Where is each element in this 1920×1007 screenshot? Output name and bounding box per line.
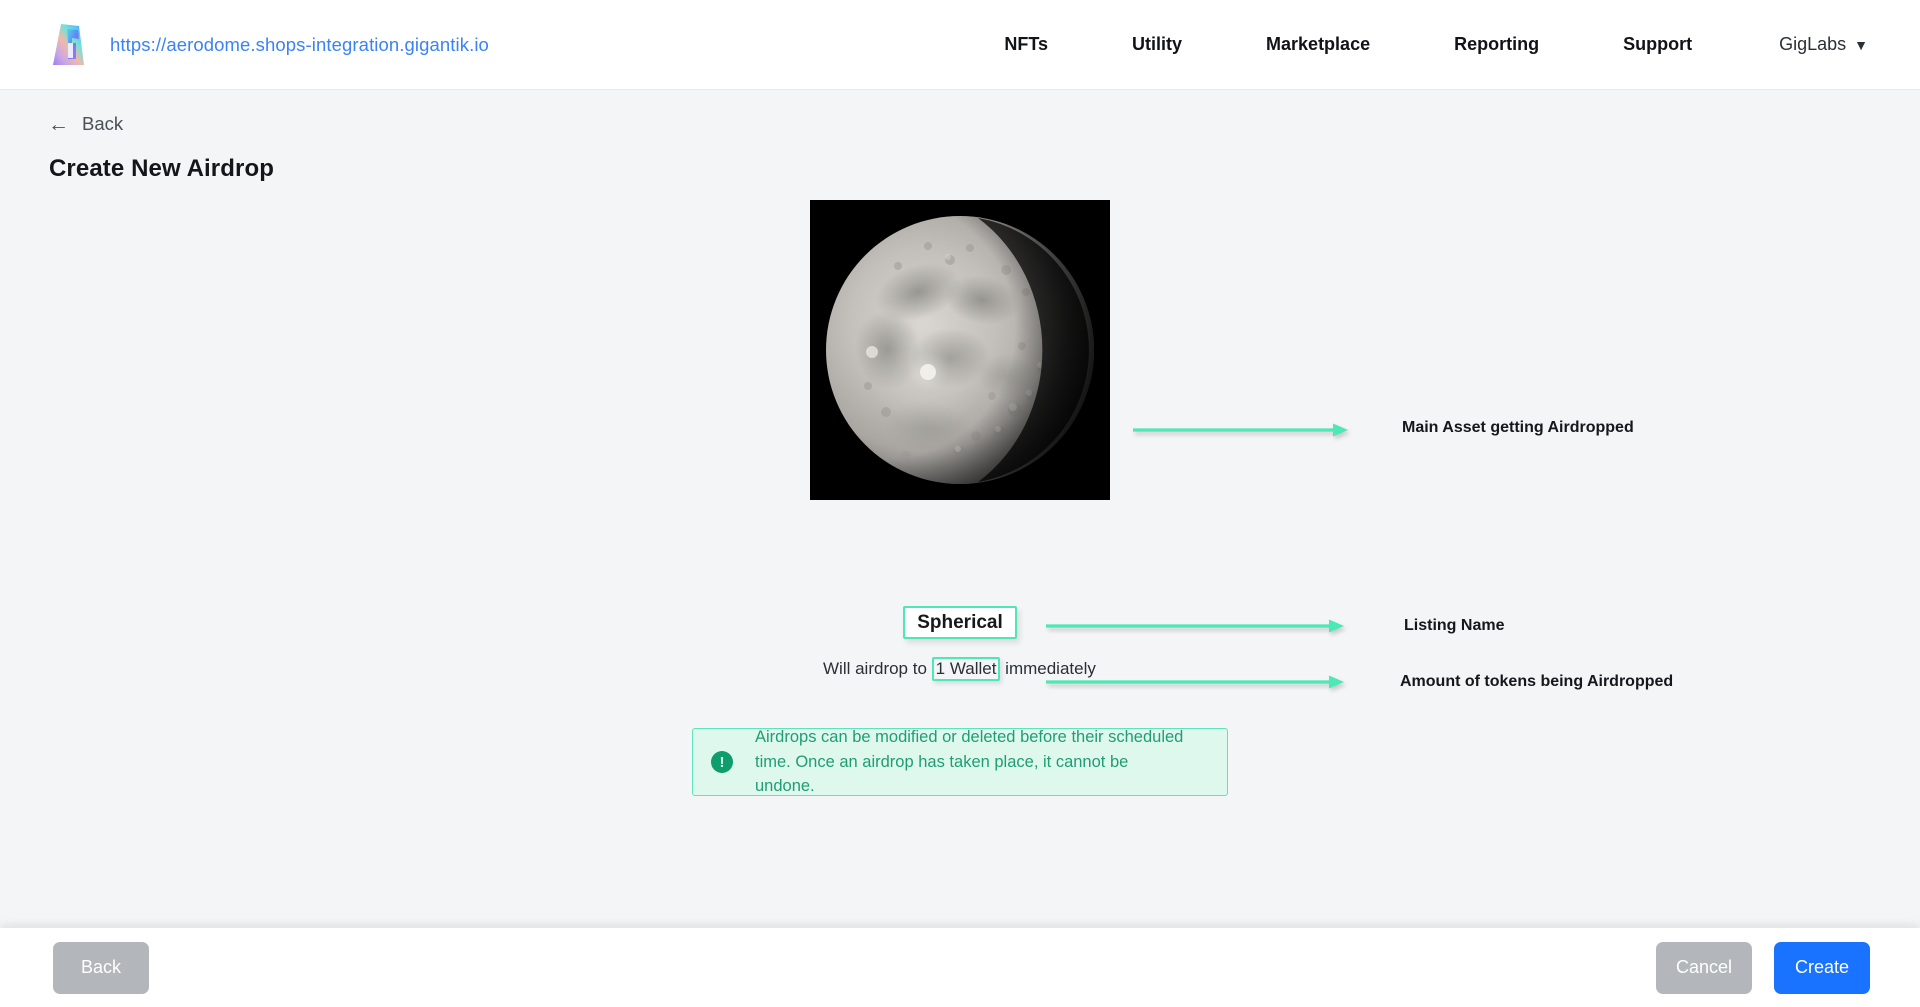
info-banner-text: Airdrops can be modified or deleted befo… (755, 728, 1184, 796)
footer-back-button[interactable]: Back (53, 941, 149, 994)
gigantik-logo-icon (48, 21, 88, 69)
airdrop-amount-value[interactable]: 1 Wallet (931, 657, 1001, 681)
brand: https://aerodome.shops-integration.gigan… (48, 21, 489, 69)
annotation-label-asset: Main Asset getting Airdropped (1402, 419, 1634, 436)
nav-item-reporting[interactable]: Reporting (1454, 34, 1539, 55)
cancel-button[interactable]: Cancel (1656, 941, 1752, 994)
footer-action-bar: Back Cancel Create (0, 928, 1920, 1007)
footer-right-actions: Cancel Create (1656, 941, 1870, 994)
nav-item-support[interactable]: Support (1623, 34, 1692, 55)
airdrop-summary-line: Will airdrop to 1 Wallet immediately (823, 657, 1096, 681)
page-body: ← Back Create New Airdrop Spherical Will… (0, 90, 1920, 928)
exclamation-circle-icon: ! (711, 751, 733, 773)
annotation-label-listing-name: Listing Name (1404, 617, 1505, 634)
account-name: GigLabs (1779, 34, 1847, 54)
arrow-left-icon: ← (48, 112, 69, 136)
annotation-arrow-asset (1133, 422, 1348, 440)
info-banner: ! Airdrops can be modified or deleted be… (692, 728, 1228, 796)
chevron-down-icon: ▼ (1854, 36, 1868, 53)
airdrop-prefix-text: Will airdrop to (823, 659, 927, 678)
site-url-link[interactable]: https://aerodome.shops-integration.gigan… (110, 34, 489, 56)
airdrop-suffix-text: immediately (1005, 659, 1096, 678)
back-link-label: Back (82, 113, 124, 134)
nav-item-marketplace[interactable]: Marketplace (1266, 34, 1370, 55)
back-link[interactable]: ← Back (48, 113, 123, 135)
annotation-label-amount: Amount of tokens being Airdropped (1400, 673, 1674, 690)
asset-preview-image (810, 200, 1110, 500)
create-button[interactable]: Create (1774, 941, 1870, 994)
listing-name-field[interactable]: Spherical (903, 606, 1017, 639)
page-title: Create New Airdrop (49, 155, 274, 182)
top-navigation-bar: https://aerodome.shops-integration.gigan… (0, 0, 1920, 90)
nav-links: NFTs Utility Marketplace Reporting Suppo… (962, 34, 1920, 55)
listing-name-value: Spherical (917, 611, 1003, 633)
annotation-arrow-listing-name (1046, 618, 1344, 636)
nav-item-nfts[interactable]: NFTs (1004, 34, 1048, 55)
account-menu[interactable]: GigLabs ▼ (1779, 34, 1868, 55)
nav-item-utility[interactable]: Utility (1132, 34, 1182, 55)
